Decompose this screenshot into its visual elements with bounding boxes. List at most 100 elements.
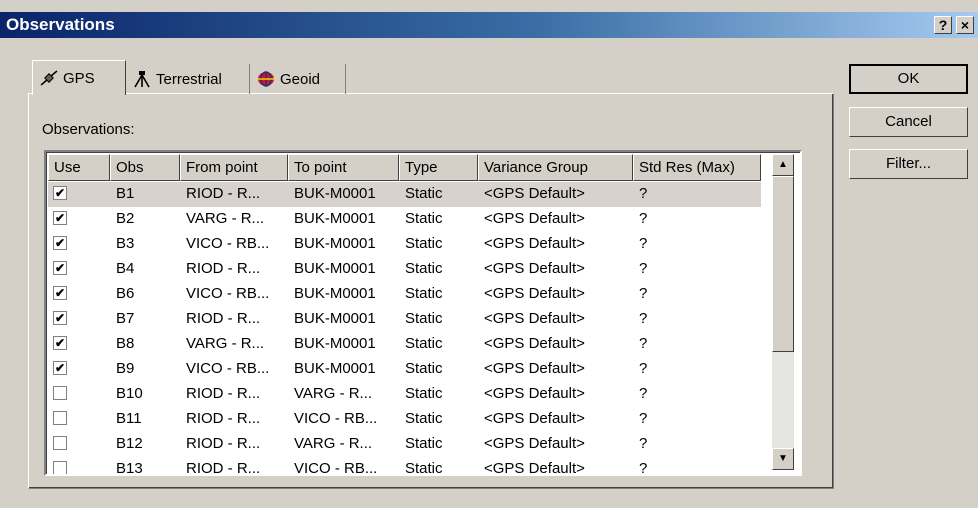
cell-variance: <GPS Default> [484, 235, 585, 252]
cell-obs: B7 [116, 310, 135, 327]
cell-from: VICO - RB... [186, 285, 270, 302]
table-row[interactable]: ✔ B6 VICO - RB... BUK-M0001 Static <GPS Defau… [48, 282, 761, 307]
cell-stdres: ? [639, 410, 648, 427]
scroll-up-arrow-icon[interactable]: ▲ [772, 154, 794, 176]
gps-satellite-icon [40, 70, 58, 86]
cell-to: BUK-M0001 [294, 210, 376, 227]
cell-from: RIOD - R... [186, 435, 261, 452]
table-row[interactable]: ✔ B8 VARG - R... BUK-M0001 Static <GPS Defaul… [48, 332, 761, 357]
use-cell [48, 382, 110, 407]
use-cell: ✔ [48, 332, 110, 357]
column-header-variance-group[interactable]: Variance Group [478, 154, 633, 181]
cell-obs: B8 [116, 335, 135, 352]
cell-variance: <GPS Default> [484, 285, 585, 302]
cell-to: BUK-M0001 [294, 260, 376, 277]
cell-stdres: ? [639, 360, 648, 377]
tab-gps-label: GPS [63, 69, 95, 87]
cell-type: Static [405, 235, 443, 252]
use-checkbox[interactable]: ✔ [53, 311, 67, 325]
cell-obs: B13 [116, 460, 143, 476]
table-row[interactable]: B10 RIOD - R... VARG - R... Static <GPS Defa… [48, 382, 761, 407]
cell-variance: <GPS Default> [484, 260, 585, 277]
close-button[interactable]: × [956, 16, 974, 34]
use-checkbox[interactable]: ✔ [53, 286, 67, 300]
table-row[interactable]: ✔ B7 RIOD - R... BUK-M0001 Static <GPS Defaul… [48, 307, 761, 332]
cell-obs: B6 [116, 285, 135, 302]
scroll-down-arrow-icon[interactable]: ▼ [772, 448, 794, 470]
use-cell: ✔ [48, 182, 110, 207]
column-header-type[interactable]: Type [399, 154, 478, 181]
cell-stdres: ? [639, 285, 648, 302]
table-row[interactable]: ✔ B9 VICO - RB... BUK-M0001 Static <GPS Defau… [48, 357, 761, 382]
tripod-icon [134, 71, 150, 88]
use-checkbox[interactable]: ✔ [53, 236, 67, 250]
column-header-from-point[interactable]: From point [180, 154, 288, 181]
cell-obs: B10 [116, 385, 143, 402]
cell-obs: B4 [116, 260, 135, 277]
use-checkbox[interactable]: ✔ [53, 361, 67, 375]
filter-button[interactable]: Filter... [849, 149, 968, 179]
tab-terrestrial[interactable]: Terrestrial [126, 64, 250, 94]
table-row[interactable]: B12 RIOD - R... VARG - R... Static <GPS Defa… [48, 432, 761, 457]
column-header-std-res[interactable]: Std Res (Max) [633, 154, 761, 181]
use-checkbox[interactable]: ✔ [53, 211, 67, 225]
help-button[interactable]: ? [934, 16, 952, 34]
cell-stdres: ? [639, 260, 648, 277]
table-row[interactable]: ✔ B2 VARG - R... BUK-M0001 Static <GPS Defaul… [48, 207, 761, 232]
cell-variance: <GPS Default> [484, 185, 585, 202]
cell-type: Static [405, 210, 443, 227]
cell-stdres: ? [639, 210, 648, 227]
cell-type: Static [405, 185, 443, 202]
cancel-button[interactable]: Cancel [849, 107, 968, 137]
use-cell: ✔ [48, 257, 110, 282]
geoid-icon [258, 71, 274, 87]
cell-from: RIOD - R... [186, 185, 261, 202]
table-row[interactable]: ✔ B4 RIOD - R... BUK-M0001 Static <GPS Defaul… [48, 257, 761, 282]
cell-type: Static [405, 285, 443, 302]
table-row[interactable]: ✔ B3 VICO - RB... BUK-M0001 Static <GPS Defau… [48, 232, 761, 257]
vertical-scrollbar[interactable]: ▲ ▼ [772, 154, 794, 470]
cell-to: VARG - R... [294, 435, 373, 452]
cell-stdres: ? [639, 435, 648, 452]
observations-list[interactable]: Use Obs From point To point Type Varianc… [44, 150, 802, 476]
use-checkbox[interactable]: ✔ [53, 186, 67, 200]
use-checkbox[interactable] [53, 386, 67, 400]
cell-variance: <GPS Default> [484, 210, 585, 227]
cell-variance: <GPS Default> [484, 385, 585, 402]
use-checkbox[interactable] [53, 436, 67, 450]
cell-from: RIOD - R... [186, 385, 261, 402]
tab-geoid[interactable]: Geoid [250, 64, 346, 94]
cell-stdres: ? [639, 310, 648, 327]
column-header-obs[interactable]: Obs [110, 154, 180, 181]
cell-to: BUK-M0001 [294, 335, 376, 352]
cell-obs: B12 [116, 435, 143, 452]
table-row[interactable]: ✔ B1 RIOD - R... BUK-M0001 Static <GPS Defaul… [48, 182, 761, 207]
cell-to: VICO - RB... [294, 460, 378, 476]
table-row[interactable]: B13 RIOD - R... VICO - RB... Static <GPS Def… [48, 457, 761, 476]
cell-stdres: ? [639, 335, 648, 352]
cell-from: VARG - R... [186, 335, 265, 352]
column-header-use[interactable]: Use [48, 154, 110, 181]
title-bar[interactable]: Observations ? × [0, 12, 978, 38]
cell-stdres: ? [639, 385, 648, 402]
use-cell [48, 457, 110, 474]
table-row[interactable]: B11 RIOD - R... VICO - RB... Static <GPS Def… [48, 407, 761, 432]
cell-type: Static [405, 335, 443, 352]
tab-terrestrial-label: Terrestrial [156, 70, 222, 88]
column-header-to-point[interactable]: To point [288, 154, 399, 181]
use-checkbox[interactable] [53, 411, 67, 425]
use-cell [48, 432, 110, 457]
use-checkbox[interactable]: ✔ [53, 336, 67, 350]
cell-type: Static [405, 460, 443, 476]
cell-stdres: ? [639, 460, 648, 476]
ok-button[interactable]: OK [849, 64, 968, 94]
cell-to: BUK-M0001 [294, 185, 376, 202]
use-checkbox[interactable]: ✔ [53, 261, 67, 275]
cell-to: BUK-M0001 [294, 310, 376, 327]
scroll-thumb[interactable] [772, 176, 794, 352]
use-checkbox[interactable] [53, 461, 67, 474]
cell-type: Static [405, 310, 443, 327]
use-cell: ✔ [48, 307, 110, 332]
tab-gps[interactable]: GPS [32, 60, 126, 95]
cell-type: Static [405, 435, 443, 452]
